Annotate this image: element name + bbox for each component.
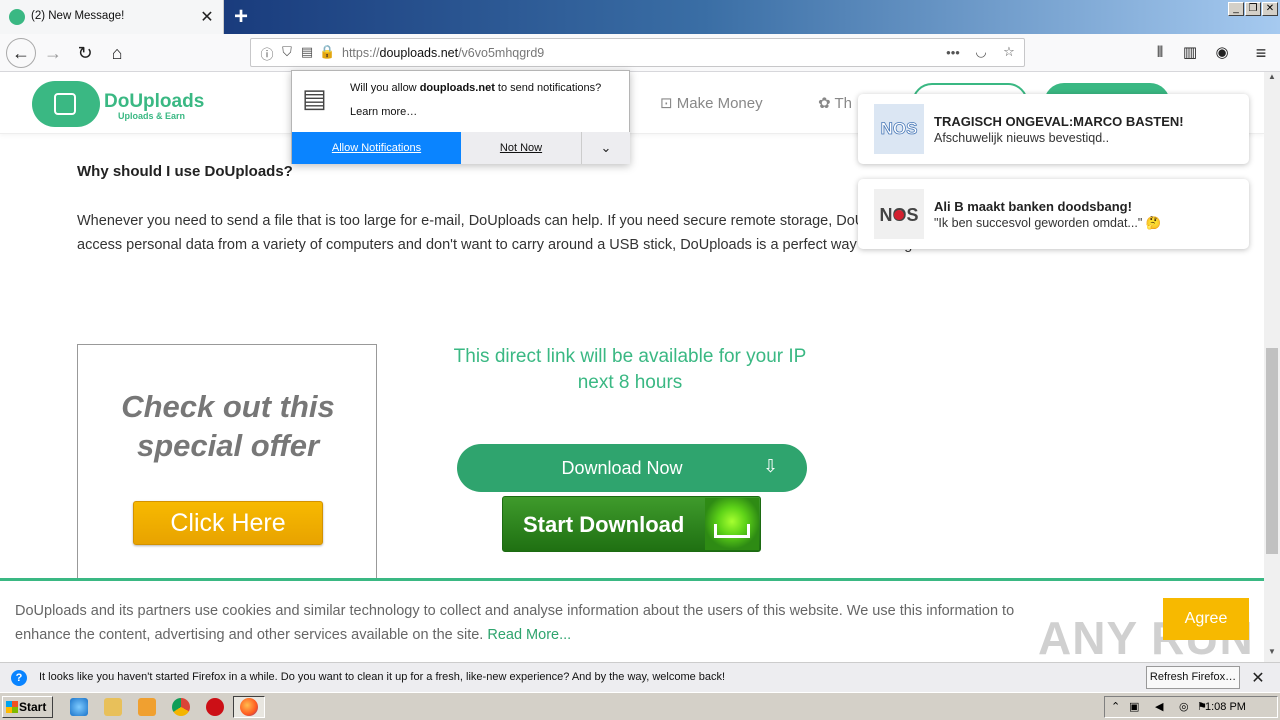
lock-icon[interactable]: 🔒	[319, 44, 335, 60]
toast-body: "Ik ben succesvol geworden omdat..." 🤔	[934, 216, 1162, 230]
not-now-button[interactable]: Not Now	[461, 132, 582, 164]
ie-icon[interactable]	[70, 698, 88, 716]
navigation-bar: ← → ↻ ⌂ ⓘ ⛉ ▤ 🔒 https://douploads.net/v6…	[0, 34, 1280, 72]
notification-permission-popup: ▤ Will you allow douploads.net to send n…	[291, 70, 630, 164]
tab-favicon-icon	[9, 9, 25, 25]
new-tab-button[interactable]: +	[230, 3, 252, 31]
menu-icon[interactable]: ≡	[1248, 40, 1274, 66]
url-text[interactable]: https://douploads.net/v6vo5mhqgrd9	[342, 46, 544, 60]
notification-question: Will you allow douploads.net to send not…	[350, 82, 602, 94]
palette-icon: ✿	[818, 95, 835, 112]
message-bubble-icon: ▤	[302, 83, 327, 113]
download-now-button[interactable]: Download Now ⇩	[457, 444, 807, 492]
toast-body: Afschuwelijk nieuws bevestiqd..	[934, 131, 1110, 145]
info-bar-text: It looks like you haven't started Firefo…	[39, 671, 726, 683]
start-download-button[interactable]: Start Download	[502, 496, 761, 552]
back-icon[interactable]: ←	[6, 38, 36, 68]
folder-icon[interactable]	[104, 698, 122, 716]
nav-make-money[interactable]: ⊡ Make Money	[660, 94, 763, 112]
direct-link-notice: This direct link will be available for y…	[453, 346, 807, 393]
network-icon[interactable]: ▣	[1129, 700, 1139, 713]
start-button[interactable]: Start	[2, 696, 53, 718]
read-more-link[interactable]: Read More...	[487, 627, 571, 643]
page-actions-icon[interactable]: •••	[945, 45, 961, 60]
firefox-info-bar: ? It looks like you haven't started Fire…	[0, 662, 1280, 692]
taskbar-firefox-item[interactable]	[233, 696, 265, 718]
reload-icon[interactable]: ↻	[72, 40, 98, 66]
agree-button[interactable]: Agree	[1163, 598, 1249, 640]
windows-taskbar: Start ⌃ ▣ ◀ ◎ ⚑ 1:08 PM	[0, 692, 1280, 720]
question-icon: ?	[11, 670, 27, 686]
sidebar-icon[interactable]: ▥	[1177, 40, 1203, 66]
allow-notifications-button[interactable]: Allow Notifications	[292, 132, 461, 164]
tab-close-icon[interactable]: ✕	[199, 7, 215, 27]
start-download-label: Start Download	[523, 512, 685, 537]
nos-logo-icon: NOS	[874, 189, 924, 239]
close-window-button[interactable]: ✕	[1262, 2, 1278, 16]
notification-permission-icon[interactable]: ▤	[299, 44, 315, 60]
tray-expand-icon[interactable]: ⌃	[1111, 700, 1120, 713]
opera-icon[interactable]	[206, 698, 224, 716]
download-tray-icon: ⇩	[763, 456, 779, 476]
why-heading: Why should I use DoUploads?	[77, 163, 293, 180]
nos-logo-icon: NOS	[874, 104, 924, 154]
info-icon[interactable]: ⓘ	[259, 44, 275, 63]
maximize-button[interactable]: ❐	[1245, 2, 1261, 16]
svg-text:NOS: NOS	[881, 119, 918, 138]
money-icon: ⊡	[660, 95, 677, 112]
tab-title: (2) New Message!	[31, 10, 125, 22]
download-arrow-icon	[705, 498, 759, 550]
account-icon[interactable]: ◉	[1209, 40, 1235, 66]
page-scrollbar[interactable]: ▲ ▼	[1264, 72, 1280, 662]
library-icon[interactable]: ⫴	[1147, 40, 1173, 66]
cookie-banner: DoUploads and its partners use cookies a…	[0, 578, 1264, 662]
scroll-up-icon[interactable]: ▲	[1264, 72, 1280, 86]
nav-themes[interactable]: ✿ Th	[818, 94, 852, 112]
click-here-button[interactable]: Click Here	[133, 501, 323, 545]
offer-ad-box[interactable]: Check out this special offer Click Here	[77, 344, 377, 584]
system-tray: ⌃ ▣ ◀ ◎ ⚑ 1:08 PM	[1104, 696, 1278, 718]
refresh-firefox-button[interactable]: Refresh Firefox…	[1146, 666, 1240, 689]
scroll-thumb[interactable]	[1266, 348, 1278, 554]
tracking-shield-icon[interactable]: ⛉	[279, 44, 295, 60]
cookie-text: DoUploads and its partners use cookies a…	[15, 603, 1015, 643]
windows-logo-icon	[6, 701, 18, 713]
firefox-icon	[240, 698, 258, 716]
toast-title: TRAGISCH ONGEVAL:MARCO BASTEN!	[934, 114, 1184, 129]
clock[interactable]: 1:08 PM	[1205, 701, 1246, 713]
close-icon[interactable]: ✕	[1250, 668, 1266, 687]
notification-toast[interactable]: NOS Ali B maakt banken doodsbang! "Ik be…	[858, 179, 1249, 249]
learn-more-link[interactable]: Learn more…	[350, 106, 417, 118]
logo-name[interactable]: DoUploads	[104, 91, 204, 113]
volume-icon[interactable]: ◀	[1155, 700, 1163, 713]
chevron-down-icon[interactable]: ⌄	[582, 132, 630, 164]
home-icon[interactable]: ⌂	[104, 40, 130, 66]
notification-toast[interactable]: NOS TRAGISCH ONGEVAL:MARCO BASTEN! Afsch…	[858, 94, 1249, 164]
media-player-icon[interactable]	[138, 698, 156, 716]
logo-tagline: Uploads & Earn	[118, 111, 186, 121]
minimize-button[interactable]: _	[1228, 2, 1244, 16]
pocket-icon[interactable]: ◡	[973, 44, 989, 60]
chrome-icon[interactable]	[172, 698, 190, 716]
url-bar[interactable]: ⓘ ⛉ ▤ 🔒 https://douploads.net/v6vo5mhqgr…	[250, 38, 1025, 67]
tray-app-icon[interactable]: ◎	[1179, 700, 1189, 713]
offer-text: Check out this special offer	[121, 389, 335, 463]
browser-tab[interactable]: (2) New Message! ✕	[0, 0, 224, 34]
toast-title: Ali B maakt banken doodsbang!	[934, 199, 1132, 214]
logo-cloud-icon[interactable]	[32, 81, 100, 127]
bookmark-star-icon[interactable]: ☆	[1001, 44, 1017, 60]
download-now-label: Download Now	[561, 458, 683, 478]
forward-icon[interactable]: →	[40, 40, 66, 66]
scroll-down-icon[interactable]: ▼	[1264, 647, 1280, 661]
